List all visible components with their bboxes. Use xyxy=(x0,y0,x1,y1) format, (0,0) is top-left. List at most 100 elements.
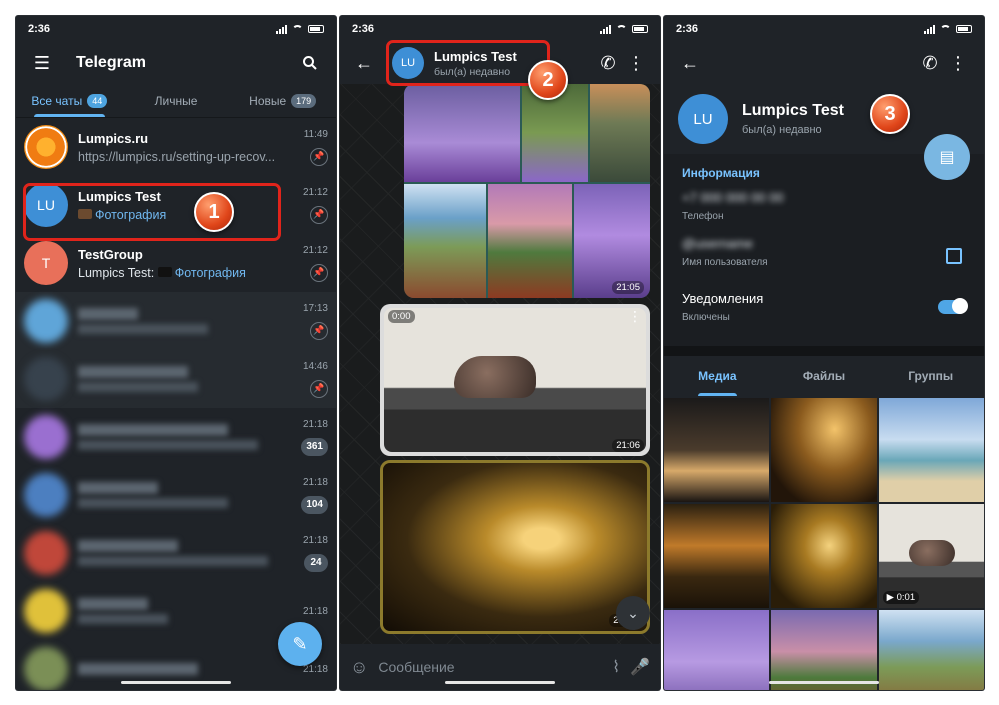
battery-icon xyxy=(308,25,324,33)
username-value: @username xyxy=(682,236,754,251)
chat-message: https://lumpics.ru/setting-up-recov... xyxy=(78,149,276,164)
message-time: 21:05 xyxy=(612,281,644,294)
avatar: T xyxy=(24,241,68,285)
status-time: 2:36 xyxy=(676,23,699,35)
status-time: 2:36 xyxy=(28,23,51,35)
message-time: 21:06 xyxy=(612,439,644,452)
chat-item-lumpics-ru[interactable]: Lumpics.ru https://lumpics.ru/setting-up… xyxy=(16,118,336,176)
photo-album-message[interactable]: 21:05 xyxy=(404,84,650,298)
chat-time: 21:18 xyxy=(302,663,328,675)
profile-screen: 2:36 ← ✆ ⋮ LU Lumpics Test был(а) недавн… xyxy=(664,16,984,690)
tab-groups[interactable]: Группы xyxy=(877,356,984,396)
more-vert-icon[interactable]: ⋮ xyxy=(628,308,642,325)
unread-count: 361 xyxy=(301,437,328,456)
gesture-bar xyxy=(121,681,231,684)
media-thumb[interactable] xyxy=(664,610,770,690)
photo-message[interactable]: 21:06 xyxy=(380,460,650,634)
step-marker: 1 xyxy=(194,192,234,232)
chat-item[interactable]: 21:18 361 xyxy=(16,408,336,466)
signal-icon xyxy=(924,24,935,34)
album-photo[interactable] xyxy=(488,184,572,298)
search-icon[interactable] xyxy=(296,49,324,77)
folder-tabs: Все чаты 44 Личные Новые 179 xyxy=(16,84,336,118)
media-thumb[interactable] xyxy=(878,610,984,690)
avatar: LU xyxy=(678,94,728,144)
scroll-down-button[interactable]: ⌄ xyxy=(616,596,650,630)
notifications-label: Уведомления xyxy=(682,291,764,306)
status-icons xyxy=(924,24,972,34)
chat-time: 21:18 xyxy=(302,605,328,617)
gesture-bar xyxy=(769,681,879,684)
username-row[interactable]: @username Имя пользователя xyxy=(682,236,966,282)
wifi-icon xyxy=(616,25,627,33)
chat-item[interactable]: 21:18 24 xyxy=(16,524,336,582)
status-icons xyxy=(276,24,324,34)
top-bar: ☰ Telegram xyxy=(16,42,336,84)
media-thumb[interactable] xyxy=(878,398,984,502)
message-area[interactable]: 21:05 0:00 ⋮ 21:06 21:06 xyxy=(340,84,660,644)
chat-time: 21:12 xyxy=(302,186,328,198)
back-arrow-icon[interactable]: ← xyxy=(676,49,704,77)
notifications-row[interactable]: Уведомления Включены xyxy=(682,282,968,332)
app-title: Telegram xyxy=(76,54,146,71)
more-vert-icon[interactable]: ⋮ xyxy=(622,49,650,77)
compose-button[interactable]: ✎ xyxy=(278,622,322,666)
tab-personal[interactable]: Личные xyxy=(123,84,230,117)
media-thumb[interactable] xyxy=(771,504,877,608)
chat-time: 21:18 xyxy=(302,534,328,546)
video-duration: 0:00 xyxy=(388,310,415,323)
status-bar: 2:36 xyxy=(16,16,336,42)
profile-top-bar: ← ✆ ⋮ xyxy=(664,42,984,84)
username-label: Имя пользователя xyxy=(682,257,768,268)
chat-item[interactable]: 17:13 📌 xyxy=(16,292,336,350)
menu-icon[interactable]: ☰ xyxy=(28,49,56,77)
chat-item-testgroup[interactable]: T TestGroup Lumpics Test: Фотография 21:… xyxy=(16,234,336,292)
tab-media[interactable]: Медиа xyxy=(664,356,771,396)
back-arrow-icon[interactable]: ← xyxy=(350,49,378,77)
attach-icon[interactable]: ⌇ xyxy=(612,657,620,677)
info-section: Информация +7 000 000 00 00 Телефон @use… xyxy=(664,154,984,346)
chat-item[interactable]: 14:46 📌 xyxy=(16,350,336,408)
chat-time: 21:12 xyxy=(302,244,328,256)
chat-name: TestGroup xyxy=(78,246,143,262)
avatar xyxy=(24,473,68,517)
chat-name: Lumpics.ru xyxy=(78,130,149,146)
phone-row[interactable]: +7 000 000 00 00 Телефон xyxy=(682,190,966,236)
more-vert-icon[interactable]: ⋮ xyxy=(944,49,972,77)
message-button[interactable]: ▤ xyxy=(924,134,970,180)
chat-time: 21:18 xyxy=(302,418,328,430)
tab-files[interactable]: Файлы xyxy=(771,356,878,396)
message-input[interactable]: Сообщение xyxy=(378,659,602,675)
tab-new[interactable]: Новые 179 xyxy=(229,84,336,117)
avatar xyxy=(24,299,68,343)
notifications-toggle[interactable] xyxy=(938,298,968,314)
chat-time: 14:46 xyxy=(302,360,328,372)
status-icons xyxy=(600,24,648,34)
chat-time: 17:13 xyxy=(302,302,328,314)
pig-figure xyxy=(454,356,536,398)
pig-figure xyxy=(908,540,955,566)
avatar xyxy=(24,589,68,633)
chat-item[interactable]: 21:18 104 xyxy=(16,466,336,524)
qr-code-icon[interactable] xyxy=(946,248,962,264)
info-title: Информация xyxy=(682,166,760,180)
phone-icon[interactable]: ✆ xyxy=(916,49,944,77)
divider xyxy=(664,346,984,356)
tab-all-chats[interactable]: Все чаты 44 xyxy=(16,84,123,117)
highlight-frame xyxy=(386,40,550,86)
chat-message-sender: Lumpics Test: xyxy=(78,265,155,280)
gesture-bar xyxy=(445,681,555,684)
emoji-icon[interactable]: ☺ xyxy=(350,657,368,678)
media-thumb[interactable]: ▶ 0:01 xyxy=(878,504,984,608)
microphone-icon[interactable]: 🎤 xyxy=(630,657,650,677)
phone-icon[interactable]: ✆ xyxy=(594,49,622,77)
duration-text: 0:01 xyxy=(896,592,916,603)
album-photo[interactable] xyxy=(404,84,520,182)
media-thumb[interactable] xyxy=(771,610,877,690)
media-thumb[interactable] xyxy=(664,398,770,502)
album-photo[interactable] xyxy=(404,184,486,298)
media-thumb[interactable] xyxy=(664,504,770,608)
video-message[interactable]: 0:00 ⋮ 21:06 xyxy=(380,304,650,456)
album-photo[interactable] xyxy=(590,84,650,182)
media-thumb[interactable] xyxy=(771,398,877,502)
